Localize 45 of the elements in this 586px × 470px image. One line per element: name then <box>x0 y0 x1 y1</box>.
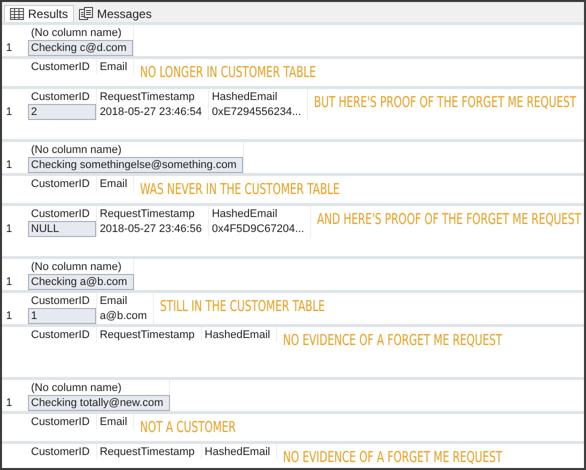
document-icon <box>79 7 94 20</box>
column-header: HashedEmail <box>201 444 277 459</box>
column-header: Email <box>96 414 134 429</box>
annotation-text: BUT HERE'S PROOF OF THE FORGET ME REQUEST <box>314 93 576 111</box>
row-number: 1 <box>2 308 28 324</box>
column-header: CustomerID <box>28 327 96 342</box>
table-cell[interactable]: 2018-05-27 23:46:56 <box>96 221 208 237</box>
annotation-text: NOT A CUSTOMER <box>140 418 236 436</box>
column-header: CustomerID <box>28 444 96 459</box>
column-header: HashedEmail <box>208 206 311 221</box>
column-header: RequestTimestamp <box>96 327 202 342</box>
column-header: CustomerID <box>28 176 96 191</box>
table-cell[interactable]: 2018-05-27 23:46:54 <box>96 104 208 120</box>
column-header: Email <box>96 59 134 74</box>
table-cell[interactable]: Checking c@d.com <box>28 40 134 56</box>
grid-icon <box>10 8 24 20</box>
column-header: HashedEmail <box>201 327 277 342</box>
table-cell[interactable]: 0x4F5D9C67204... <box>208 221 311 237</box>
table-cell[interactable]: 0xE7294556234... <box>208 104 308 120</box>
tab[interactable]: Results <box>4 5 74 22</box>
tab[interactable]: Messages <box>74 5 157 22</box>
table-cell[interactable]: NULL <box>28 221 96 237</box>
table-cell[interactable]: Checking totally@new.com <box>28 395 170 411</box>
row-number: 1 <box>2 157 28 173</box>
row-number: 1 <box>2 104 28 120</box>
table-cell[interactable]: a@b.com <box>96 308 154 324</box>
table-cell[interactable]: 2 <box>28 104 96 120</box>
row-number: 1 <box>2 395 28 411</box>
row-number: 1 <box>2 40 28 56</box>
column-header: RequestTimestamp <box>96 444 202 459</box>
table-cell[interactable]: Checking a@b.com <box>28 274 134 290</box>
annotation-text: NO EVIDENCE OF A FORGET ME REQUEST <box>283 448 502 466</box>
column-header: CustomerID <box>28 59 96 74</box>
row-number: 1 <box>2 221 28 237</box>
annotation-text: NO EVIDENCE OF A FORGET ME REQUEST <box>283 331 502 349</box>
column-header: Email <box>96 176 134 191</box>
annotation-text: AND HERE'S PROOF OF THE FORGET ME REQUEST <box>317 210 582 228</box>
row-number: 1 <box>2 274 28 290</box>
annotation-text: NO LONGER IN CUSTOMER TABLE <box>140 63 316 81</box>
table-cell[interactable]: Checking somethingelse@something.com <box>28 157 244 173</box>
annotation-text: WAS NEVER IN THE CUSTOMER TABLE <box>140 180 340 198</box>
column-header: CustomerID <box>28 414 96 429</box>
annotation-text: STILL IN THE CUSTOMER TABLE <box>160 297 325 315</box>
column-header: HashedEmail <box>208 89 308 104</box>
table-cell[interactable]: 1 <box>28 308 96 324</box>
